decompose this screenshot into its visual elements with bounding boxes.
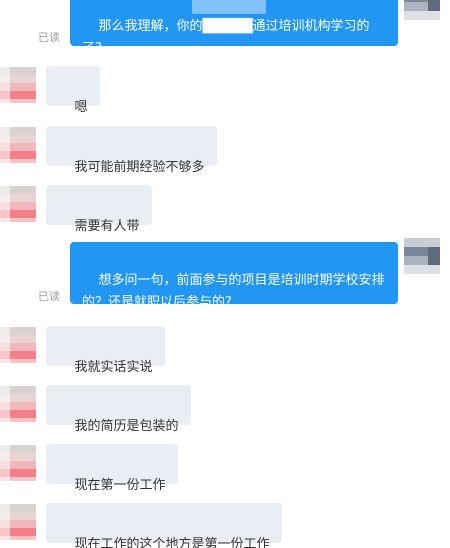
read-receipt: 已读	[38, 31, 60, 44]
user-avatar[interactable]	[0, 504, 36, 540]
read-receipt: 已读	[38, 290, 60, 303]
message-text: 需要有人带	[74, 219, 140, 234]
message-text: 嗯	[74, 100, 88, 115]
message-bubble-outgoing: 想多问一句，前面参与的项目是培训时期学校安排的？还是就职以后参与的?	[70, 242, 398, 310]
message-text: 想多问一句，前面参与的项目是培训时期学校安排的？还是就职以后参与的?	[82, 273, 385, 310]
user-avatar[interactable]	[0, 327, 36, 363]
message-text: 我可能前期经验不够多	[74, 160, 205, 175]
message-bubble-incoming: 嗯	[46, 66, 100, 115]
contact-avatar[interactable]	[404, 238, 440, 274]
message-bubble-incoming: 需要有人带	[46, 185, 152, 234]
redaction-block	[192, 0, 266, 14]
message-text: 那么我理解，你的█████通过培训机构学习的了?	[82, 19, 370, 56]
message-bubble-incoming: 我就实话实说	[46, 326, 165, 375]
contact-avatar[interactable]	[404, 0, 440, 20]
chat-window: 那么我理解，你的█████通过培训机构学习的了? 已读 嗯 我可能前期经验不够多…	[0, 0, 450, 548]
message-text: 现在第一份工作	[74, 478, 166, 493]
user-avatar[interactable]	[0, 127, 36, 163]
user-avatar[interactable]	[0, 386, 36, 422]
message-bubble-incoming: 我的简历是包装的	[46, 385, 191, 434]
message-bubble-incoming: 我可能前期经验不够多	[46, 126, 217, 175]
message-text: 我的简历是包装的	[74, 419, 179, 434]
message-bubble-incoming: 现在第一份工作	[46, 444, 178, 493]
message-text: 我就实话实说	[74, 360, 153, 375]
user-avatar[interactable]	[0, 67, 36, 103]
message-bubble-incoming: 现在工作的这个地方是第一份工作	[46, 503, 282, 548]
user-avatar[interactable]	[0, 445, 36, 481]
message-text: 现在工作的这个地方是第一份工作	[74, 537, 270, 548]
user-avatar[interactable]	[0, 186, 36, 222]
